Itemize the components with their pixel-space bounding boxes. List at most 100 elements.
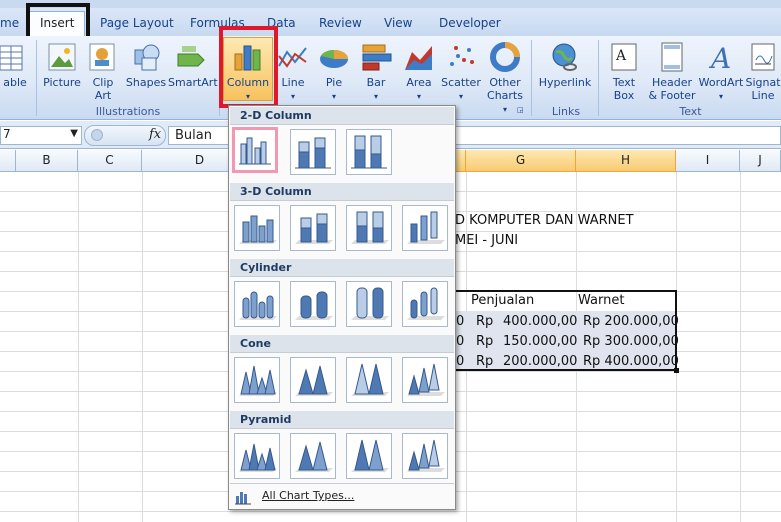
row3-left: 0 xyxy=(456,354,465,369)
3d-cylinder-option[interactable] xyxy=(402,281,448,327)
3d-100-stacked-column-option[interactable] xyxy=(346,205,392,251)
3d-clustered-column-option[interactable] xyxy=(234,205,280,251)
tab-insert[interactable]: Insert xyxy=(29,11,86,36)
group-separator xyxy=(598,40,599,116)
picture-button[interactable]: Picture xyxy=(40,38,84,89)
title-bar xyxy=(0,0,781,8)
table-label: able xyxy=(3,76,27,89)
text-group-label: Text xyxy=(679,105,702,118)
column-header-g[interactable]: G xyxy=(466,150,576,172)
column-header-h[interactable]: H xyxy=(576,150,676,172)
wordart-button[interactable]: A WordArt ▾ xyxy=(698,38,744,103)
line-chart-icon xyxy=(278,47,307,68)
3d-stacked-column-option[interactable] xyxy=(290,205,336,251)
scatter-label: Scatter xyxy=(441,76,481,89)
clustered-cylinder-option[interactable] xyxy=(234,281,280,327)
clip-art-button[interactable]: Clip Art xyxy=(86,38,120,102)
tab-page-layout[interactable]: Page Layout xyxy=(100,12,174,34)
picture-icon xyxy=(48,43,76,71)
other-charts-button[interactable]: Other Charts ▾ xyxy=(484,38,526,116)
column-header-c[interactable]: C xyxy=(78,150,142,172)
hyperlink-button[interactable]: Hyperlink xyxy=(537,38,593,89)
hyperlink-icon xyxy=(552,43,577,71)
column-header-i[interactable]: I xyxy=(676,150,740,172)
3d-pyramid-option[interactable] xyxy=(402,433,448,479)
100-stacked-column-icon xyxy=(351,135,387,169)
wordart-label: WordArt xyxy=(698,76,744,89)
tab-data[interactable]: Data xyxy=(267,12,296,34)
tab-developer[interactable]: Developer xyxy=(439,12,501,34)
round-grip-icon xyxy=(91,129,103,141)
3d-cone-option[interactable] xyxy=(402,357,448,403)
header-footer-icon xyxy=(661,42,683,72)
svg-text:A: A xyxy=(615,48,627,64)
column-chart-button[interactable]: Column ▾ xyxy=(223,37,273,101)
stacked-pyramid-option[interactable] xyxy=(290,433,336,479)
other-charts-icon xyxy=(490,42,520,72)
100-stacked-pyramid-option[interactable] xyxy=(346,433,392,479)
signature-line-label2: Line xyxy=(751,89,775,102)
fx-icon[interactable]: fx xyxy=(149,127,161,142)
tab-formulas[interactable]: Formulas xyxy=(190,12,245,34)
shapes-button[interactable]: Shapes xyxy=(124,38,168,89)
header-warnet: Warnet xyxy=(578,293,625,308)
all-chart-types-button[interactable]: All Chart Types... xyxy=(230,483,454,509)
bar-chart-button[interactable]: Bar ▾ xyxy=(357,38,395,103)
pyramid-icon xyxy=(239,443,277,472)
tab-home[interactable]: me xyxy=(0,12,19,34)
stacked-cylinder-option[interactable] xyxy=(290,281,336,327)
tab-review[interactable]: Review xyxy=(319,12,362,34)
clip-art-icon xyxy=(89,43,115,71)
pie-chart-icon xyxy=(320,50,348,68)
charts-dialog-launcher-icon[interactable]: ◲ xyxy=(517,106,526,115)
illustrations-group-label: Illustrations xyxy=(95,105,161,118)
stacked-cone-option[interactable] xyxy=(290,357,336,403)
bar-label: Bar xyxy=(366,76,386,89)
chevron-down-icon: ▾ xyxy=(458,92,463,101)
grid-line xyxy=(142,172,143,522)
clustered-column-option[interactable] xyxy=(232,127,278,173)
stacked-column-icon xyxy=(295,137,331,169)
sheet-title-1: D KOMPUTER DAN WARNET xyxy=(455,213,634,228)
column-label: Column xyxy=(226,76,270,89)
table-button[interactable]: able xyxy=(0,38,30,89)
100-stacked-cylinder-icon xyxy=(351,287,389,320)
scatter-chart-button[interactable]: Scatter ▾ xyxy=(440,38,482,103)
pie-chart-button[interactable]: Pie ▾ xyxy=(314,38,354,103)
column-header-j[interactable]: J xyxy=(740,150,781,172)
100-stacked-column-option[interactable] xyxy=(346,129,392,175)
area-chart-icon xyxy=(405,46,432,70)
section-header-cone: Cone xyxy=(230,335,454,353)
clustered-pyramid-option[interactable] xyxy=(234,433,280,479)
shapes-label: Shapes xyxy=(125,76,167,89)
tab-view[interactable]: View xyxy=(384,12,412,34)
select-all-corner[interactable] xyxy=(0,150,16,172)
area-chart-button[interactable]: Area ▾ xyxy=(399,38,439,103)
chevron-down-icon: ▾ xyxy=(502,105,507,114)
100-stacked-pyramid-icon xyxy=(351,439,389,472)
smartart-button[interactable]: SmartArt xyxy=(168,38,218,89)
hyperlink-label: Hyperlink xyxy=(538,76,592,89)
clustered-cone-option[interactable] xyxy=(234,357,280,403)
100-stacked-cone-icon xyxy=(351,363,389,396)
stacked-column-option[interactable] xyxy=(290,129,336,175)
name-box[interactable]: 7 ▼ xyxy=(0,126,82,145)
line-chart-button[interactable]: Line ▾ xyxy=(276,38,310,103)
row3-value-warnet: Rp 400.000,00 xyxy=(583,354,679,369)
sheet-title-2: MEI - JUNI xyxy=(455,233,519,248)
header-penjualan: Penjualan xyxy=(471,293,535,308)
formula-tools: fx xyxy=(84,125,166,146)
signature-line-button[interactable]: Signat Line xyxy=(745,38,781,102)
column-header-b[interactable]: B xyxy=(16,150,78,172)
header-footer-button[interactable]: Header & Footer xyxy=(646,38,698,102)
100-stacked-cone-option[interactable] xyxy=(346,357,392,403)
3d-cone-icon xyxy=(407,363,445,396)
chevron-down-icon[interactable]: ▼ xyxy=(70,128,78,139)
links-group-label: Links xyxy=(551,105,581,118)
group-separator xyxy=(36,40,37,116)
text-box-button[interactable]: A Text Box xyxy=(604,38,644,102)
3d-column-option[interactable] xyxy=(402,205,448,251)
row2-rp: Rp xyxy=(476,334,494,349)
chevron-down-icon: ▾ xyxy=(245,92,250,101)
100-stacked-cylinder-option[interactable] xyxy=(346,281,392,327)
